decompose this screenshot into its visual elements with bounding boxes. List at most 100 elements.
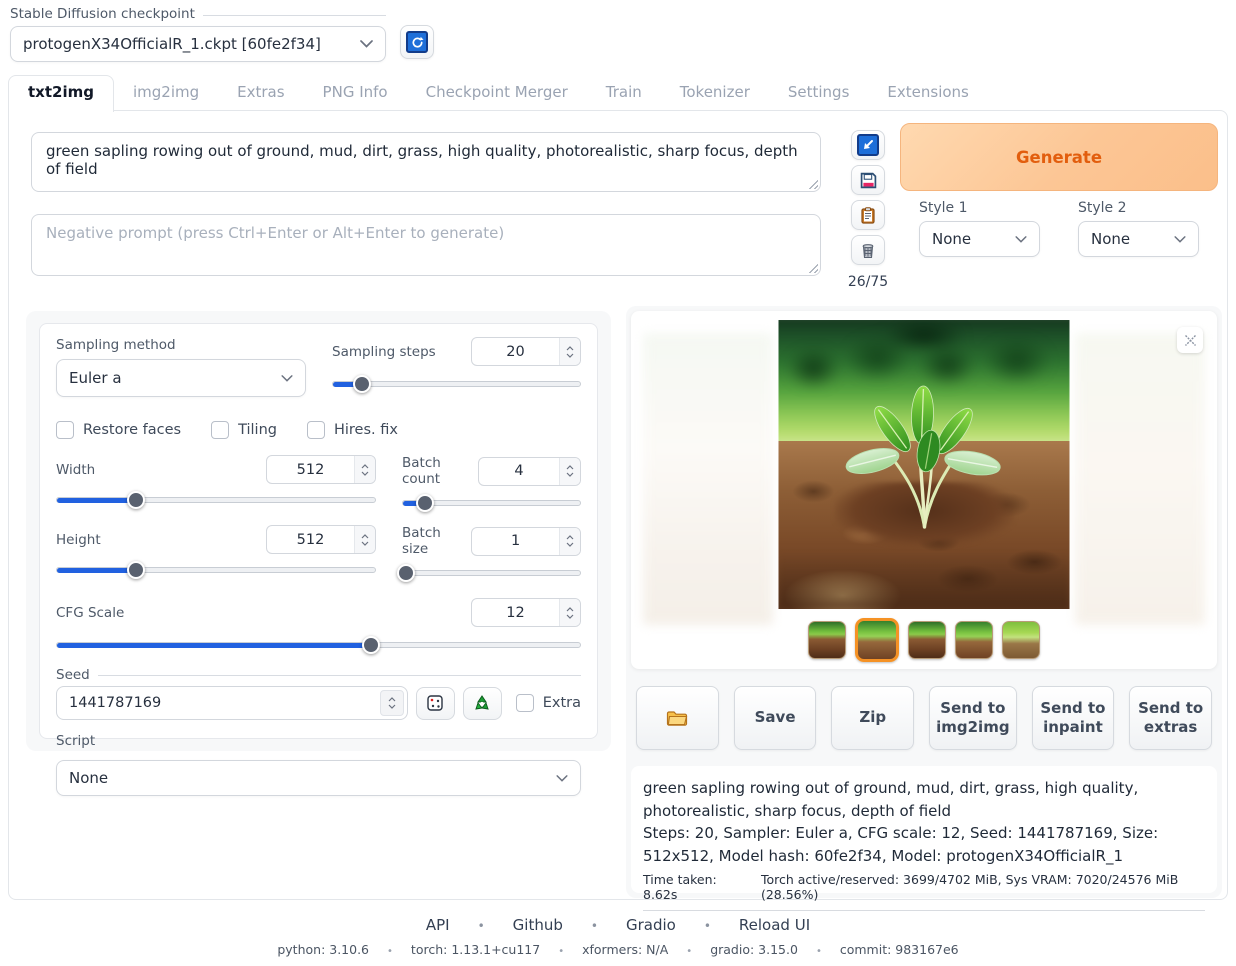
tab-train[interactable]: Train	[587, 76, 661, 110]
apply-style-button[interactable]	[851, 200, 885, 230]
tab-extras[interactable]: Extras	[218, 76, 303, 110]
spinner-buttons[interactable]	[559, 458, 580, 485]
gallery-actions: Save Zip Send to img2img Send to inpaint…	[636, 686, 1212, 750]
result-panel: Save Zip Send to img2img Send to inpaint…	[626, 306, 1222, 898]
prompt-input[interactable]: green sapling rowing out of ground, mud,…	[31, 132, 821, 192]
prompt-tools-column: 26/75	[851, 130, 885, 290]
floppy-disk-icon	[860, 172, 877, 189]
batch-count-slider[interactable]	[402, 494, 581, 512]
thumbnail-strip	[631, 618, 1217, 662]
checkbox-box[interactable]	[307, 421, 325, 439]
slider-thumb[interactable]	[127, 561, 145, 579]
slider-thumb[interactable]	[397, 564, 415, 582]
slider-thumb[interactable]	[127, 491, 145, 509]
batch-size-slider[interactable]	[402, 564, 581, 582]
sampling-method-select[interactable]: Euler a	[56, 359, 306, 397]
batch-size-label: Batch size	[402, 525, 471, 557]
batch-count-input[interactable]: 4	[478, 457, 581, 486]
negative-prompt-input[interactable]	[31, 214, 821, 276]
reuse-seed-button[interactable]	[463, 687, 502, 720]
label-rule	[98, 675, 581, 676]
style2-value: None	[1091, 230, 1174, 248]
generate-button[interactable]: Generate	[900, 123, 1218, 191]
sampling-steps-slider[interactable]	[332, 375, 581, 393]
generated-image[interactable]	[779, 320, 1070, 609]
open-folder-button[interactable]	[636, 686, 719, 750]
restore-faces-checkbox[interactable]: Restore faces	[56, 421, 181, 439]
gallery-blur-left	[643, 333, 773, 625]
token-counter: 26/75	[848, 274, 888, 290]
tab-bar: txt2img img2img Extras PNG Info Checkpoi…	[8, 77, 1228, 110]
output-prompt-text: green sapling rowing out of ground, mud,…	[643, 777, 1205, 822]
style1-select[interactable]: None	[919, 221, 1040, 257]
spinner-buttons[interactable]	[559, 338, 580, 365]
paste-params-button[interactable]	[851, 130, 885, 160]
spinner-buttons[interactable]	[380, 690, 404, 716]
height-slider[interactable]	[56, 561, 376, 579]
cfg-scale-slider[interactable]	[56, 636, 581, 654]
slider-thumb[interactable]	[416, 494, 434, 512]
refresh-checkpoint-button[interactable]	[400, 25, 434, 59]
footer: API Github Gradio Reload UI python: 3.10…	[0, 916, 1236, 957]
footer-link-gradio[interactable]: Gradio	[577, 916, 690, 934]
thumbnail-1[interactable]	[808, 621, 846, 659]
negative-prompt-wrap	[31, 214, 821, 276]
zip-button[interactable]: Zip	[831, 686, 914, 750]
random-seed-button[interactable]	[416, 687, 455, 720]
clear-prompt-button[interactable]	[851, 235, 885, 265]
width-label: Width	[56, 462, 95, 478]
tab-checkpoint-merger[interactable]: Checkpoint Merger	[407, 76, 587, 110]
seed-label: Seed	[56, 667, 90, 683]
cfg-scale-input[interactable]: 12	[471, 598, 581, 627]
seed-input[interactable]: 1441787169	[56, 686, 408, 720]
save-style-button[interactable]	[851, 165, 885, 195]
tab-img2img[interactable]: img2img	[114, 76, 218, 110]
hires-fix-checkbox[interactable]: Hires. fix	[307, 421, 398, 439]
thumbnail-2-selected[interactable]	[855, 618, 899, 662]
footer-link-api[interactable]: API	[412, 916, 464, 934]
height-label: Height	[56, 532, 101, 548]
tab-tokenizer[interactable]: Tokenizer	[661, 76, 769, 110]
checkbox-box[interactable]	[211, 421, 229, 439]
height-input[interactable]: 512	[266, 525, 376, 554]
clipboard-icon	[860, 207, 876, 224]
spinner-buttons[interactable]	[354, 526, 375, 553]
slider-thumb[interactable]	[362, 636, 380, 654]
checkbox-box[interactable]	[56, 421, 74, 439]
footer-link-reload-ui[interactable]: Reload UI	[690, 916, 824, 934]
thumbnail-5[interactable]	[1002, 621, 1040, 659]
spinner-buttons[interactable]	[559, 528, 580, 555]
chevron-down-icon	[556, 775, 568, 782]
checkpoint-select[interactable]: protogenX34OfficialR_1.ckpt [60fe2f34]	[10, 26, 386, 62]
width-slider[interactable]	[56, 491, 376, 509]
tab-txt2img[interactable]: txt2img	[8, 75, 114, 112]
sampling-steps-input[interactable]: 20	[471, 337, 581, 366]
checkbox-box[interactable]	[516, 694, 534, 712]
send-to-inpaint-button[interactable]: Send to inpaint	[1032, 686, 1115, 750]
tab-settings[interactable]: Settings	[769, 76, 869, 110]
output-params-text: Steps: 20, Sampler: Euler a, CFG scale: …	[643, 822, 1205, 867]
send-to-extras-button[interactable]: Send to extras	[1129, 686, 1212, 750]
tiling-checkbox[interactable]: Tiling	[211, 421, 277, 439]
version-gradio: gradio: 3.15.0	[677, 942, 807, 957]
recycle-icon	[473, 694, 491, 712]
extra-seed-checkbox[interactable]: Extra	[516, 694, 581, 712]
spinner-buttons[interactable]	[559, 599, 580, 626]
thumbnail-3[interactable]	[908, 621, 946, 659]
batch-size-input[interactable]: 1	[471, 527, 581, 556]
tab-png-info[interactable]: PNG Info	[304, 76, 407, 110]
script-select[interactable]: None	[56, 760, 581, 796]
thumbnail-4[interactable]	[955, 621, 993, 659]
style2-select[interactable]: None	[1078, 221, 1199, 257]
save-button[interactable]: Save	[734, 686, 817, 750]
width-input[interactable]: 512	[266, 455, 376, 484]
slider-thumb[interactable]	[353, 375, 371, 393]
spinner-buttons[interactable]	[354, 456, 375, 483]
footer-link-github[interactable]: Github	[464, 916, 577, 934]
send-to-img2img-button[interactable]: Send to img2img	[929, 686, 1016, 750]
style2-label: Style 2	[1078, 200, 1199, 216]
script-value: None	[69, 769, 556, 787]
tab-extensions[interactable]: Extensions	[868, 76, 987, 110]
image-gallery	[631, 311, 1217, 669]
close-gallery-button[interactable]	[1177, 327, 1203, 353]
